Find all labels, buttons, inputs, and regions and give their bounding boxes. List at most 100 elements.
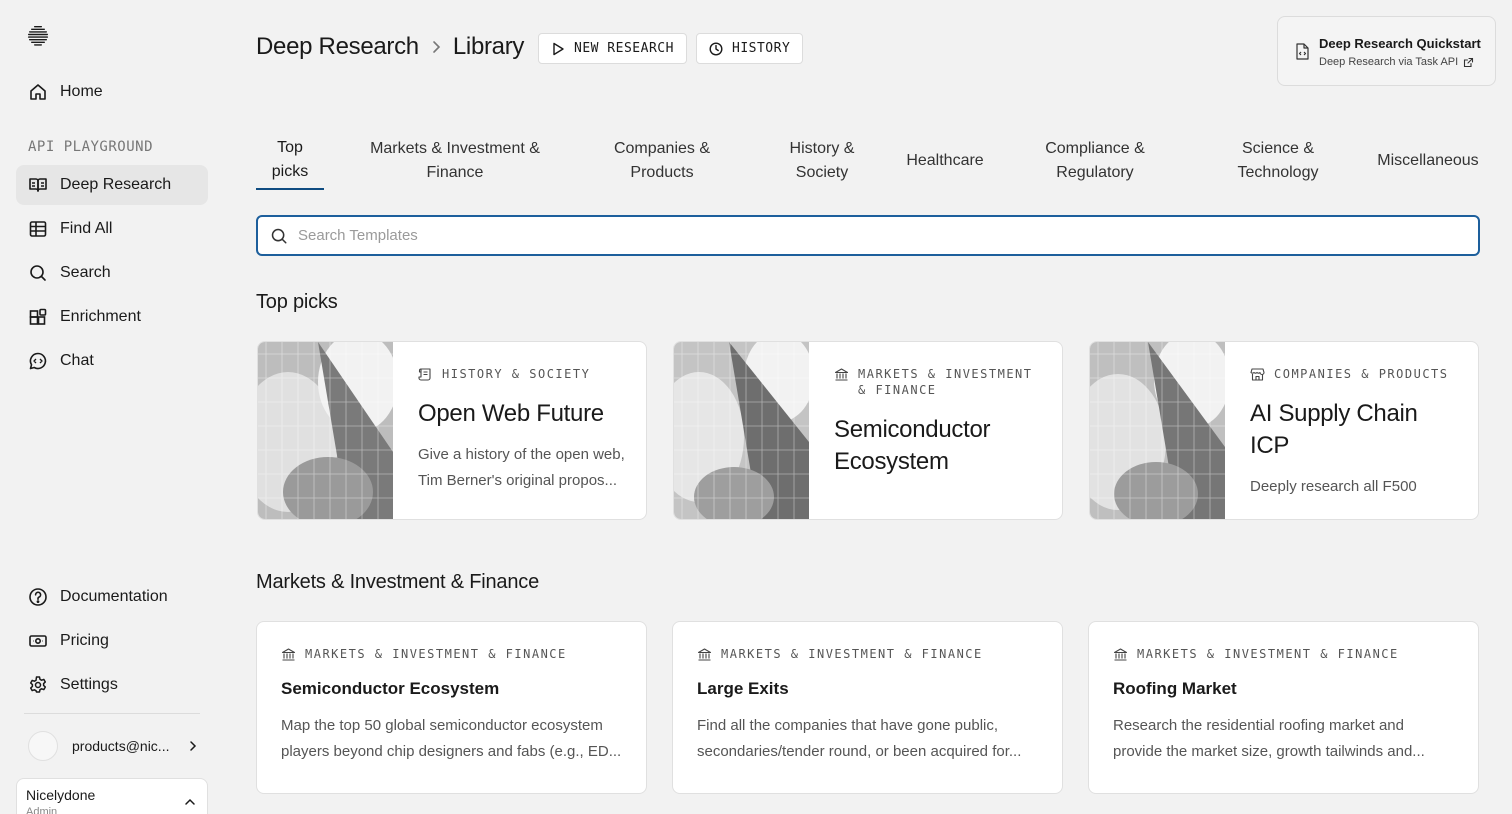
- chevron-right-icon: [433, 41, 440, 53]
- quickstart-subtitle: Deep Research via Task API: [1319, 56, 1459, 68]
- section-title-markets: Markets & Investment & Finance: [256, 571, 540, 593]
- search-icon: [271, 228, 287, 244]
- card-description: Deeply research all F500: [1250, 478, 1417, 495]
- breadcrumb-root[interactable]: Deep Research: [256, 33, 419, 61]
- nav-pricing[interactable]: Pricing: [16, 621, 208, 661]
- tab-label: Markets & Investment & Finance: [370, 140, 540, 181]
- nav-label: Documentation: [60, 588, 168, 605]
- chevron-right-icon: [190, 741, 197, 751]
- search-input[interactable]: [298, 227, 1448, 244]
- template-card[interactable]: MARKETS & INVESTMENT & FINANCE Semicondu…: [256, 621, 647, 794]
- nav-documentation[interactable]: Documentation: [16, 577, 208, 617]
- card-description: Give a history of the open web, Tim Bern…: [418, 446, 625, 489]
- tab-label: Miscellaneous: [1377, 152, 1479, 169]
- category-label: MARKETS & INVESTMENT & FINANCE: [721, 647, 983, 661]
- nav-label: Search: [60, 264, 111, 281]
- scroll-icon: [418, 368, 431, 381]
- card-category: MARKETS & INVESTMENT & FINANCE: [834, 366, 1042, 398]
- play-icon: [553, 42, 564, 55]
- card-category: COMPANIES & PRODUCTS: [1250, 366, 1458, 382]
- card-description: Research the residential roofing market …: [1113, 717, 1425, 760]
- template-card[interactable]: MARKETS & INVESTMENT & FINANCE Large Exi…: [672, 621, 1063, 794]
- top-pick-card[interactable]: HISTORY & SOCIETY Open Web Future Give a…: [257, 341, 647, 520]
- nav-home[interactable]: Home: [16, 72, 208, 112]
- card-title: Semiconductor Ecosystem: [281, 679, 500, 698]
- card-thumbnail: [258, 342, 393, 519]
- help-icon: [29, 588, 47, 606]
- card-category: HISTORY & SOCIETY: [418, 366, 626, 382]
- org-role: Admin: [26, 806, 58, 814]
- tab-label: Top picks: [271, 139, 309, 180]
- nav-chat[interactable]: Chat: [16, 341, 208, 381]
- card-category: MARKETS & INVESTMENT & FINANCE: [281, 646, 622, 662]
- breadcrumb: Deep Research Library: [256, 33, 524, 61]
- quickstart-title: Deep Research Quickstart: [1319, 36, 1481, 51]
- tab-top-picks[interactable]: Top picks: [256, 132, 324, 190]
- card-category: MARKETS & INVESTMENT & FINANCE: [697, 646, 1038, 662]
- tab-miscellaneous[interactable]: Miscellaneous: [1372, 132, 1484, 190]
- pricing-icon: [29, 635, 47, 647]
- chat-icon: [29, 352, 47, 370]
- category-label: HISTORY & SOCIETY: [442, 367, 591, 381]
- external-link-icon: [1464, 57, 1474, 67]
- tab-label: Compliance & Regulatory: [1045, 140, 1145, 181]
- section-label: API PLAYGROUND: [28, 139, 154, 155]
- store-icon: [1250, 368, 1265, 381]
- avatar: [28, 731, 58, 761]
- tab-label: Healthcare: [906, 152, 984, 169]
- card-title: Open Web Future: [418, 400, 604, 427]
- org-switcher[interactable]: Nicelydone Admin: [16, 778, 208, 814]
- bank-icon: [697, 648, 712, 661]
- code-file-icon: [1296, 43, 1309, 60]
- gear-icon: [29, 676, 47, 693]
- quickstart-link[interactable]: Deep Research via Task API: [1319, 56, 1474, 68]
- tab-healthcare[interactable]: Healthcare: [900, 132, 990, 190]
- history-label: HISTORY: [732, 41, 791, 56]
- search-bar: [256, 215, 1480, 256]
- card-title: AI Supply Chain ICP: [1250, 400, 1418, 459]
- history-button[interactable]: HISTORY: [696, 33, 804, 64]
- logo-icon[interactable]: [27, 25, 49, 47]
- nav-search[interactable]: Search: [16, 253, 208, 293]
- table-icon: [29, 221, 47, 237]
- clock-icon: [709, 41, 723, 56]
- tab-label: Companies & Products: [613, 140, 711, 181]
- template-card[interactable]: MARKETS & INVESTMENT & FINANCE Roofing M…: [1088, 621, 1479, 794]
- tab-markets[interactable]: Markets & Investment & Finance: [360, 132, 550, 190]
- bank-icon: [281, 648, 296, 661]
- category-label: COMPANIES & PRODUCTS: [1274, 367, 1449, 381]
- nav-label: Enrichment: [60, 308, 141, 325]
- new-research-label: NEW RESEARCH: [574, 41, 674, 56]
- card-title: Semiconductor Ecosystem: [834, 416, 991, 475]
- tab-companies[interactable]: Companies & Products: [596, 132, 728, 190]
- top-pick-card[interactable]: MARKETS & INVESTMENT & FINANCE Semicondu…: [673, 341, 1063, 520]
- bank-icon: [1113, 648, 1128, 661]
- sidebar-divider: [24, 713, 200, 714]
- tab-compliance[interactable]: Compliance & Regulatory: [1030, 132, 1160, 190]
- book-icon: [29, 178, 47, 192]
- tab-science[interactable]: Science & Technology: [1218, 132, 1338, 190]
- card-description: Find all the companies that have gone pu…: [697, 717, 1022, 760]
- card-title: Large Exits: [697, 679, 789, 698]
- category-label: MARKETS & INVESTMENT & FINANCE: [1137, 647, 1399, 661]
- nav-label: Settings: [60, 676, 118, 693]
- nav-settings[interactable]: Settings: [16, 665, 208, 705]
- nav-label: Deep Research: [60, 176, 172, 193]
- tab-label: Science & Technology: [1237, 140, 1319, 181]
- new-research-button[interactable]: NEW RESEARCH: [538, 33, 687, 64]
- nav-deep-research[interactable]: Deep Research: [16, 165, 208, 205]
- tab-history[interactable]: History & Society: [770, 132, 874, 190]
- nav-label: Pricing: [60, 632, 109, 649]
- user-menu[interactable]: products@nic...: [28, 730, 200, 762]
- category-label: MARKETS & INVESTMENT & FINANCE: [305, 647, 567, 661]
- nav-find-all[interactable]: Find All: [16, 209, 208, 249]
- category-label: MARKETS & INVESTMENT & FINANCE: [858, 367, 1033, 397]
- quickstart-card[interactable]: Deep Research Quickstart Deep Research v…: [1277, 16, 1496, 86]
- bank-icon: [834, 368, 849, 381]
- sidebar: Home API PLAYGROUND Deep Research Find A…: [0, 0, 224, 814]
- top-pick-card[interactable]: COMPANIES & PRODUCTS AI Supply Chain ICP…: [1089, 341, 1479, 520]
- card-description: Map the top 50 global semiconductor ecos…: [281, 717, 622, 760]
- home-icon: [30, 84, 46, 100]
- card-title: Roofing Market: [1113, 679, 1237, 698]
- nav-enrichment[interactable]: Enrichment: [16, 297, 208, 337]
